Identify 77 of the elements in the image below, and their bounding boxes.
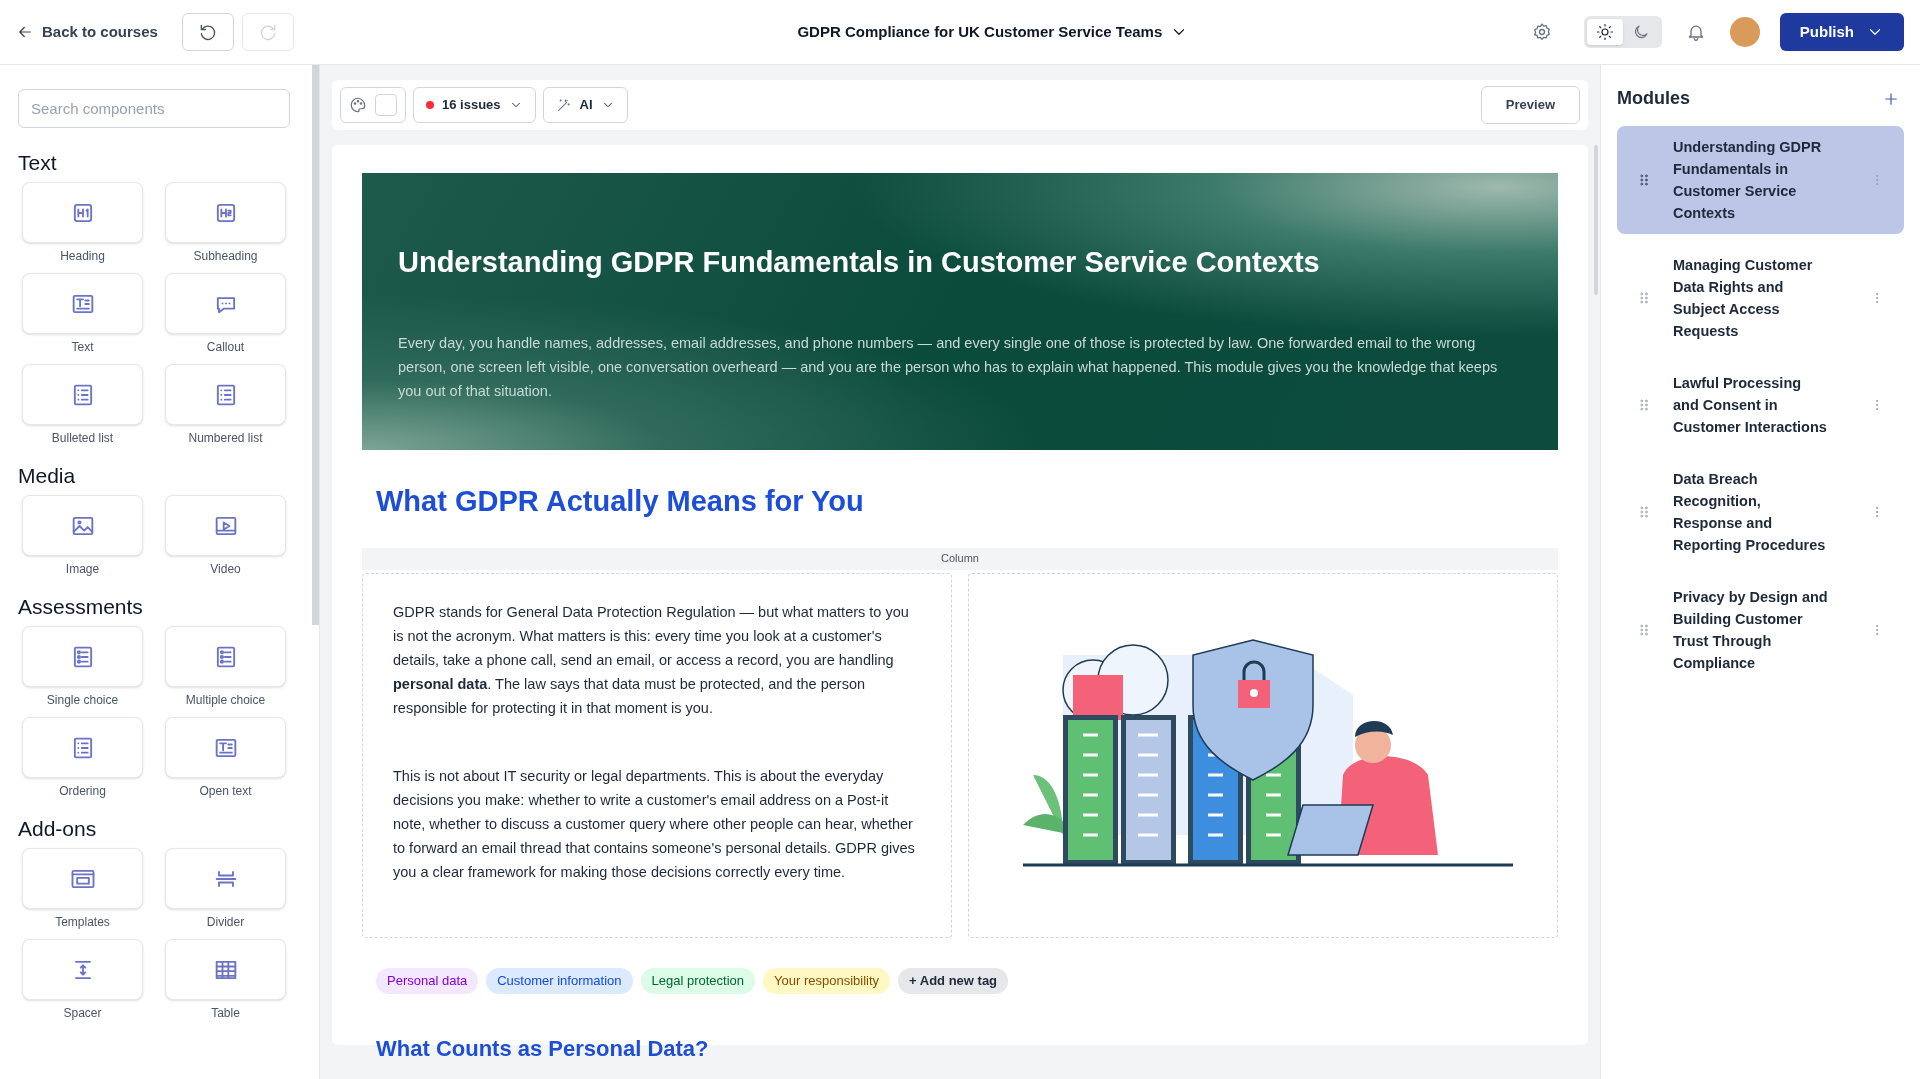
module-item[interactable]: Understanding GDPR Fundamentals in Customer Service Contexts (1617, 126, 1904, 234)
magic-wand-icon (555, 97, 572, 113)
course-title-dropdown[interactable]: GDPR Compliance for UK Customer Service Teams (797, 20, 1189, 44)
sun-icon (1595, 23, 1614, 41)
component-card[interactable] (165, 848, 286, 909)
section-heading: Assessments (18, 594, 144, 620)
component-label: Multiple choice (185, 692, 266, 709)
drag-handle-icon[interactable] (1637, 398, 1651, 412)
component-card[interactable] (22, 495, 143, 556)
drag-handle-icon[interactable] (1637, 291, 1651, 305)
publish-button[interactable]: Publish (1779, 13, 1904, 51)
ai-dropdown[interactable]: AI (542, 87, 628, 123)
column-label: Column (362, 547, 1558, 570)
component-card[interactable] (22, 364, 143, 425)
component-label: Bulleted list (51, 430, 114, 447)
component-card[interactable] (22, 182, 143, 243)
search-field[interactable]: Search components (18, 89, 290, 128)
component-label: Subheading (193, 248, 258, 265)
back-link[interactable]: Back to courses (16, 20, 158, 44)
undo-button[interactable] (181, 13, 234, 51)
component-label: Image (65, 561, 100, 578)
drag-handle-icon[interactable] (1637, 505, 1651, 519)
module-item[interactable]: Privacy by Design and Building Customer Trust Through Compliance (1617, 576, 1904, 684)
module-item[interactable]: Data Breach Recognition, Response and Reporting Procedures (1617, 458, 1904, 566)
scrollbar[interactable] (312, 65, 319, 625)
style-controls[interactable] (340, 87, 406, 123)
component-card[interactable] (165, 495, 286, 556)
section-heading: What GDPR Actually Means for You (376, 484, 865, 519)
redo-button[interactable] (241, 13, 294, 51)
avatar[interactable] (1729, 17, 1760, 47)
palette-icon[interactable] (349, 96, 367, 114)
component-card[interactable] (165, 182, 286, 243)
component-label: Heading (60, 248, 105, 265)
tag[interactable]: Your responsibility (763, 967, 891, 994)
module-item[interactable]: Managing Customer Data Rights and Subject Access Requests (1617, 244, 1904, 352)
component-card[interactable] (165, 717, 286, 778)
component-label: Table (211, 1005, 240, 1022)
theme-toggle[interactable] (1583, 16, 1662, 48)
component-card[interactable] (165, 939, 286, 1000)
section-heading: What Counts as Personal Data? (376, 1034, 710, 1063)
component-card[interactable] (22, 717, 143, 778)
component-label: Text (71, 339, 94, 356)
drag-handle-icon[interactable] (1637, 623, 1651, 637)
section-heading: Text (18, 150, 58, 176)
color-swatch[interactable] (375, 94, 397, 116)
module-item[interactable]: Lawful Processing and Consent in Customer Interactions (1617, 362, 1904, 448)
component-label: Callout (206, 339, 245, 356)
settings-icon[interactable] (1531, 22, 1552, 42)
component-card[interactable] (165, 364, 286, 425)
component-label: Open text (199, 783, 252, 800)
tag[interactable]: Customer information (486, 967, 633, 994)
hero-description: Every day, you handle names, addresses, email addresses, and phone numbers — and every single one of those is protected by law. One forwarded email to the wrong person, one screen left visible, one conversation overheard — and you are the person who has to explain what happened. This module gives you the knowledge that keeps you out of that situation. (398, 333, 1499, 401)
component-label: Video (210, 561, 241, 578)
paragraph: This is not about IT security or legal departments. This is about the everyday decisions you make: whether to write a customer's email address on a Post-it note, whether to discuss a customer query where other people can hear, whether to forward an email thread that contains someone's personal details. GDPR gives you a clear framework for making those decisions correctly every time. (393, 766, 916, 882)
component-label: Divider (206, 914, 245, 931)
component-label: Spacer (63, 1005, 102, 1022)
component-label: Templates (55, 914, 110, 931)
component-label: Single choice (46, 692, 119, 709)
section-heading: Media (18, 463, 77, 489)
component-card[interactable] (22, 273, 143, 334)
panel-title: Modules (1617, 87, 1690, 110)
drag-handle-icon[interactable] (1637, 173, 1651, 187)
section-heading: Add-ons (18, 816, 98, 842)
hero-title: Understanding GDPR Fundamentals in Customer Service Contexts (398, 245, 1321, 280)
component-label: Numbered list (188, 430, 263, 447)
component-card[interactable] (165, 626, 286, 687)
light-mode-button[interactable] (1586, 19, 1623, 45)
issues-dropdown[interactable]: 16 issues (413, 87, 536, 123)
tag[interactable]: Legal protection (640, 967, 756, 994)
preview-button[interactable]: Preview (1480, 86, 1580, 124)
paragraph: GDPR stands for General Data Protection Regulation — but what matters to you is not the acronym. What matters is this: every time you look at a customer's details, take a phone call, send an email, or access a record, you are handling personal data. The law says that data must be protected, and the person responsible for protecting it in that moment is you. (393, 602, 910, 718)
add-tag-button[interactable]: + Add new tag (898, 967, 1009, 994)
tag[interactable]: Personal data (376, 967, 479, 994)
scrollbar[interactable] (1594, 145, 1598, 295)
component-card[interactable] (22, 626, 143, 687)
component-card[interactable] (22, 848, 143, 909)
component-label: Ordering (59, 783, 106, 800)
